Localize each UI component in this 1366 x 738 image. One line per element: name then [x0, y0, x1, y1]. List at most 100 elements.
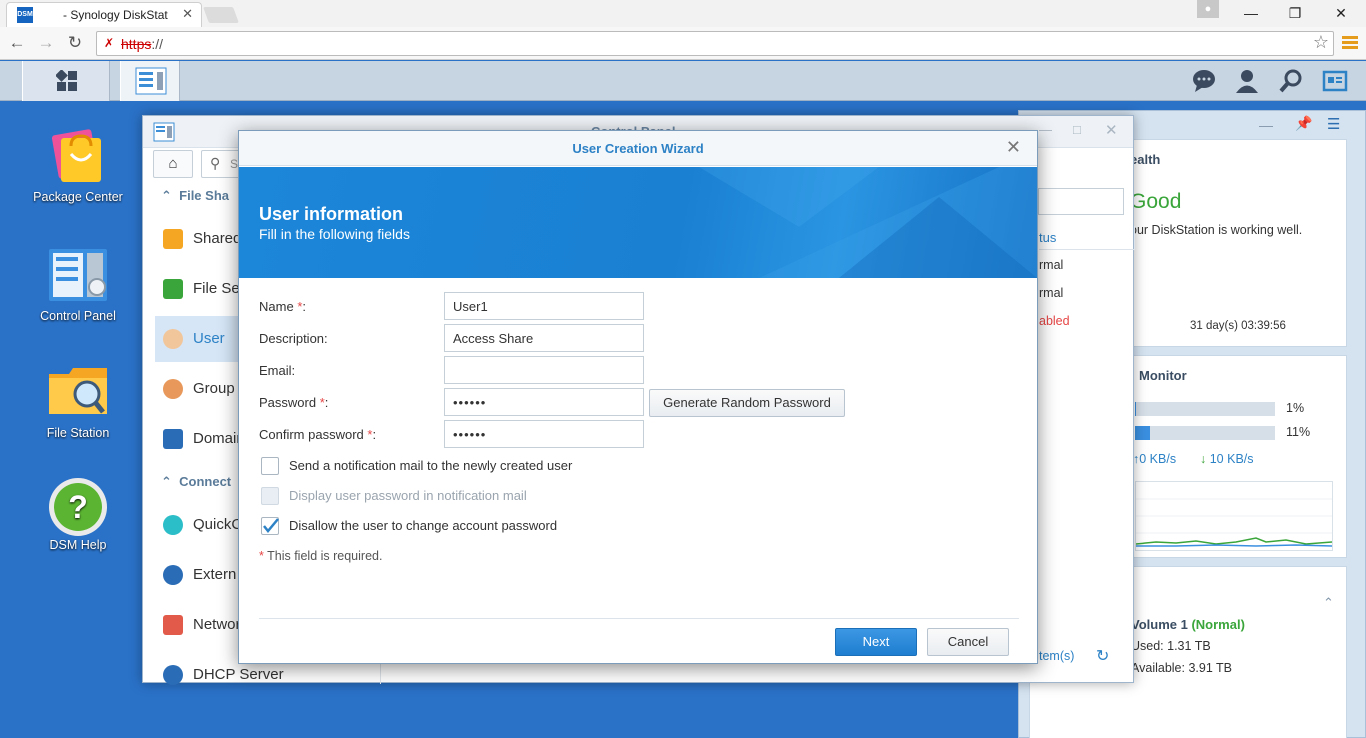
- description-label: Description:: [259, 331, 328, 346]
- filter-input[interactable]: [1038, 188, 1124, 215]
- name-field[interactable]: [444, 292, 644, 320]
- wizard-subheading: Fill in the following fields: [259, 226, 410, 242]
- home-icon[interactable]: ⌂: [153, 150, 193, 178]
- ram-value: 11%: [1286, 425, 1311, 439]
- dsm-taskbar: [0, 61, 1366, 101]
- package-center-desktop-icon[interactable]: Package Center: [23, 128, 133, 204]
- network-house-icon: [163, 615, 183, 635]
- download-arrow-icon: ↓: [1200, 452, 1207, 466]
- status-cell: rmal: [1039, 286, 1064, 300]
- control-panel-icon: [47, 247, 109, 303]
- cancel-button[interactable]: Cancel: [927, 628, 1009, 656]
- send-notification-checkbox[interactable]: [261, 457, 279, 475]
- checkbox-label: Disallow the user to change account pass…: [289, 518, 558, 533]
- grid-menu-icon: [56, 70, 77, 91]
- email-label: Email:: [259, 363, 296, 378]
- widget-title: ealth: [1130, 152, 1161, 167]
- widget-settings-icon[interactable]: ☰: [1327, 115, 1340, 133]
- desktop-icon-label: Control Panel: [40, 309, 116, 323]
- health-text: our DiskStation is working well.: [1130, 223, 1303, 237]
- disallow-password-change-checkbox[interactable]: [261, 517, 279, 535]
- cpu-value: 1%: [1286, 401, 1305, 415]
- checkbox-label: Send a notification mail to the newly cr…: [289, 458, 573, 473]
- download-speed: ↓ 10 KB/s: [1200, 452, 1254, 466]
- restore-button[interactable]: ❐: [1272, 0, 1318, 27]
- user-creation-wizard-dialog: User Creation Wizard ✕ User information …: [238, 130, 1038, 664]
- group-icon: [163, 379, 183, 399]
- back-arrow-icon[interactable]: ←: [6, 32, 28, 54]
- control-panel-desktop-icon[interactable]: Control Panel: [23, 247, 133, 323]
- control-panel-icon: [135, 67, 167, 95]
- widgets-icon[interactable]: [1322, 68, 1348, 94]
- wizard-banner: User information Fill in the following f…: [239, 167, 1037, 278]
- ram-bar: [1135, 426, 1275, 440]
- name-label: Name *:: [259, 299, 306, 314]
- shopping-bag-icon: [47, 128, 109, 184]
- profile-icon[interactable]: ●: [1197, 0, 1219, 18]
- dsm-help-desktop-icon[interactable]: ? DSM Help: [23, 476, 133, 552]
- password-field[interactable]: [444, 388, 644, 416]
- window-close-icon[interactable]: ✕: [1105, 121, 1118, 139]
- dsm-favicon-icon: DSM: [17, 7, 33, 23]
- next-button[interactable]: Next: [835, 628, 917, 656]
- domain-icon: [163, 429, 183, 449]
- close-window-button[interactable]: ✕: [1318, 0, 1364, 27]
- display-password-checkbox[interactable]: [261, 487, 279, 505]
- insecure-lock-icon: ✗: [104, 36, 115, 50]
- shared-folder-icon: [163, 229, 183, 249]
- pin-icon[interactable]: 📌: [1295, 115, 1312, 132]
- refresh-icon[interactable]: ↻: [1096, 646, 1109, 666]
- folder-magnifier-icon: [47, 364, 109, 420]
- network-graph: [1135, 481, 1333, 551]
- email-field[interactable]: [444, 356, 644, 384]
- desktop-icon-label: Package Center: [33, 190, 123, 204]
- window-maximize-icon[interactable]: □: [1073, 122, 1081, 137]
- file-station-desktop-icon[interactable]: File Station: [23, 364, 133, 440]
- globe-icon: [163, 565, 183, 585]
- password-label: Password *:: [259, 395, 329, 410]
- tab-close-icon[interactable]: ✕: [182, 6, 193, 22]
- confirm-password-field[interactable]: [444, 420, 644, 448]
- uptime: 31 day(s) 03:39:56: [1190, 320, 1286, 332]
- generate-random-password-button[interactable]: Generate Random Password: [649, 389, 845, 417]
- url-scheme: https: [121, 36, 152, 52]
- control-panel-task[interactable]: [120, 61, 180, 101]
- user-options-icon[interactable]: [1234, 68, 1260, 94]
- cpu-bar: [1135, 402, 1275, 416]
- main-menu-button[interactable]: [22, 61, 110, 101]
- browser-menu-icon[interactable]: [1342, 34, 1358, 54]
- volume-used: Used: 1.31 TB: [1131, 639, 1211, 653]
- url-bar[interactable]: ✗ https:// ☆: [96, 31, 1334, 56]
- desktop-icon-label: File Station: [46, 426, 110, 440]
- widget-title: Monitor: [1139, 368, 1187, 383]
- minimize-button[interactable]: —: [1228, 0, 1274, 27]
- collapse-chevron-icon[interactable]: ⌃: [1323, 595, 1334, 611]
- reload-icon[interactable]: ↻: [64, 32, 86, 54]
- status-cell: abled: [1039, 314, 1070, 328]
- section-header-file[interactable]: ⌃ File Sha: [161, 188, 229, 204]
- address-toolbar: ← → ↻ ✗ https:// ☆: [0, 27, 1366, 60]
- forward-arrow-icon[interactable]: →: [35, 32, 57, 54]
- window-minimize-icon[interactable]: —: [1039, 122, 1052, 137]
- notifications-icon[interactable]: [1191, 68, 1217, 94]
- status-column-header[interactable]: tus: [1039, 226, 1135, 250]
- health-status: Good: [1130, 190, 1182, 213]
- description-field[interactable]: [444, 324, 644, 352]
- upload-speed: ↑0 KB/s: [1133, 452, 1177, 466]
- desktop-icon-label: DSM Help: [49, 538, 107, 552]
- collapse-chevron-icon: ⌃: [161, 188, 172, 203]
- network-graph-lines: [1135, 498, 1333, 547]
- tab-title: - Synology DiskStat: [63, 8, 168, 22]
- new-tab-button[interactable]: [203, 7, 239, 23]
- checkmark-icon: [263, 518, 279, 533]
- section-header-connectivity[interactable]: ⌃ Connect: [161, 474, 231, 490]
- search-icon[interactable]: [1278, 68, 1304, 94]
- cpu-bar-fill: [1135, 402, 1137, 416]
- bookmark-star-icon[interactable]: ☆: [1313, 32, 1329, 53]
- browser-tab[interactable]: DSM - Synology DiskStat ✕: [6, 2, 202, 27]
- dialog-close-icon[interactable]: ✕: [1006, 137, 1021, 158]
- quickconnect-icon: [163, 515, 183, 535]
- item-count: tem(s): [1039, 649, 1075, 663]
- widget-minimize-icon[interactable]: —: [1259, 117, 1273, 133]
- browser-tab-strip: DSM - Synology DiskStat ✕ ● — ❐ ✕: [0, 0, 1366, 27]
